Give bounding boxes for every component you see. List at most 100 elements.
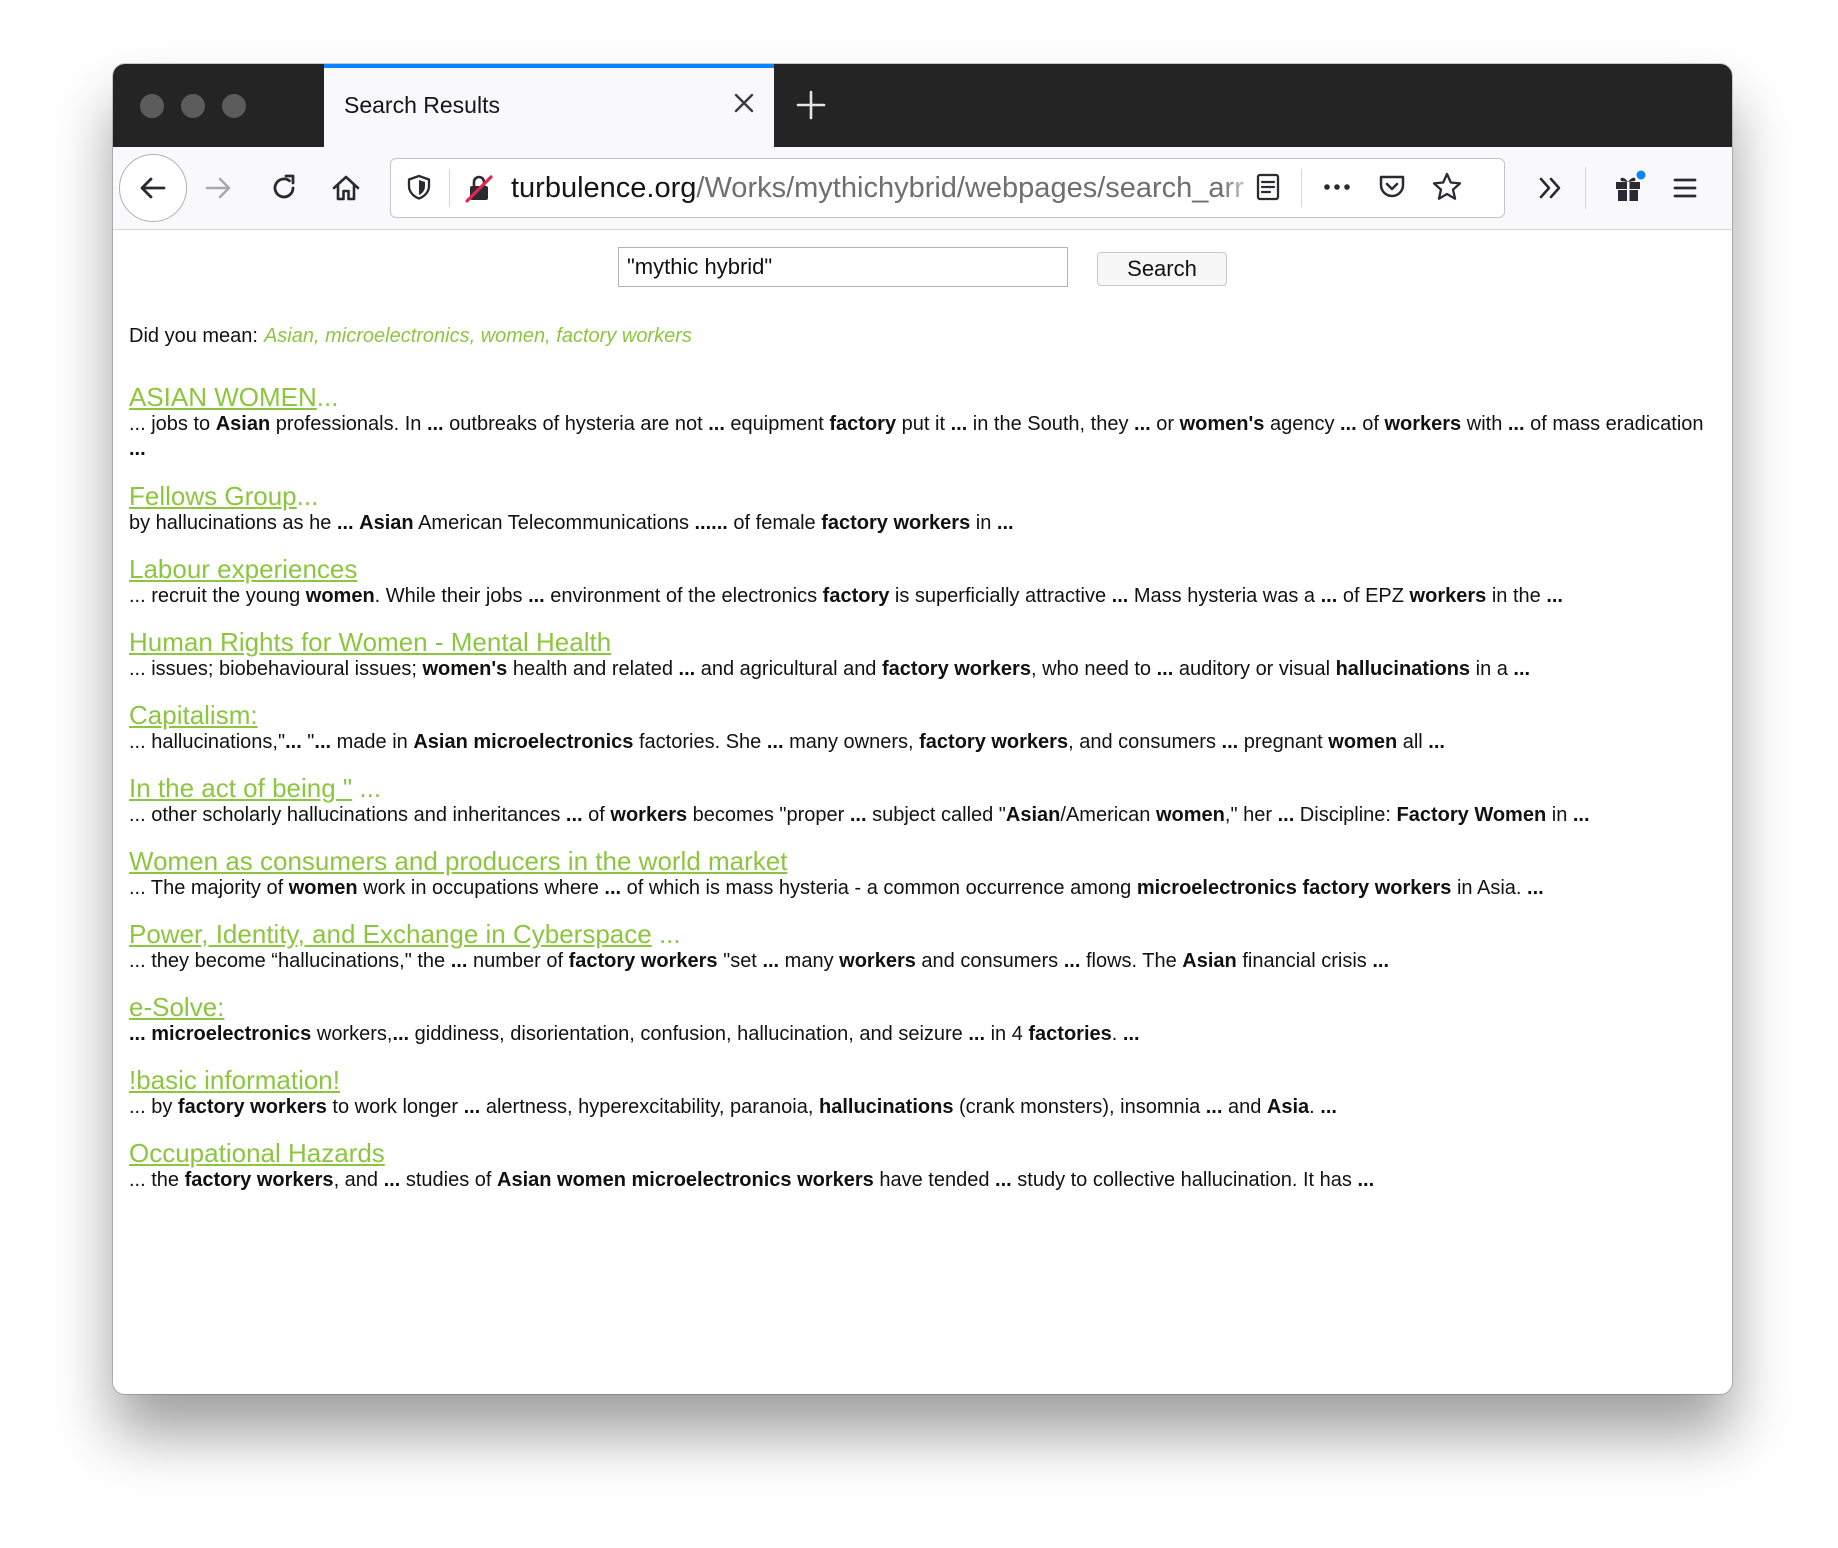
snippet-highlight: factory workers — [821, 512, 971, 534]
forward-arrow-icon[interactable] — [196, 166, 240, 210]
tab-search-results[interactable]: Search Results — [324, 64, 774, 147]
snippet-highlight: ... — [1063, 950, 1081, 972]
snippet-text: ... jobs to — [129, 413, 216, 435]
snippet-text: many owners, — [783, 731, 920, 753]
overflow-chevrons-icon[interactable] — [1528, 166, 1572, 210]
insecure-connection-lock-icon[interactable] — [457, 166, 501, 210]
result-title-link[interactable]: !basic information! — [129, 1065, 1719, 1095]
url-bar-separator — [449, 169, 450, 207]
result-title-link[interactable]: In the act of being " ... — [129, 773, 1719, 803]
snippet-text: is superficially attractive — [889, 585, 1112, 607]
result-item: Occupational Hazards... the factory work… — [129, 1138, 1719, 1193]
tracking-protection-shield-icon[interactable] — [397, 165, 441, 209]
reload-icon[interactable] — [262, 166, 306, 210]
snippet-text: , who need to — [1030, 658, 1157, 680]
snippet-highlight: women — [288, 877, 358, 899]
result-title-link[interactable]: Human Rights for Women - Mental Health — [129, 627, 1719, 657]
back-button[interactable] — [119, 154, 187, 222]
url-text[interactable]: turbulence.org/Works/mythichybrid/webpag… — [511, 172, 1256, 205]
result-title-link[interactable]: Power, Identity, and Exchange in Cybersp… — [129, 919, 1719, 949]
navigation-toolbar: turbulence.org/Works/mythichybrid/webpag… — [113, 147, 1732, 230]
snippet-highlight: ... — [1156, 658, 1174, 680]
snippet-text: all — [1397, 731, 1429, 753]
page-actions-more-icon[interactable] — [1315, 165, 1359, 209]
result-snippet: ... the factory workers, and ... studies… — [129, 1168, 1719, 1193]
snippet-text: . — [1111, 1023, 1123, 1045]
result-item: Capitalism:... hallucinations,"... "... … — [129, 700, 1719, 755]
result-title-link[interactable]: e-Solve: — [129, 992, 1719, 1022]
search-input[interactable] — [618, 247, 1068, 287]
result-title-link[interactable]: Occupational Hazards — [129, 1138, 1719, 1168]
result-snippet: by hallucinations as he ... Asian Americ… — [129, 511, 1719, 536]
zoom-window-button[interactable] — [222, 94, 246, 118]
snippet-highlight: ... — [1513, 658, 1531, 680]
snippet-text: of EPZ — [1337, 585, 1410, 607]
snippet-highlight: ... — [1527, 877, 1544, 899]
snippet-text: subject called " — [866, 804, 1006, 826]
tab-title: Search Results — [344, 92, 500, 118]
snippet-text: of — [1356, 413, 1385, 435]
snippet-highlight: ... — [950, 413, 968, 435]
snippet-text: agency — [1264, 413, 1340, 435]
snippet-highlight: Asian women microelectronics workers — [497, 1169, 874, 1191]
snippet-highlight: ... — [1572, 804, 1590, 826]
snippet-highlight: ... — [604, 877, 622, 899]
hamburger-menu-icon[interactable] — [1663, 166, 1707, 210]
reader-view-icon[interactable] — [1246, 165, 1290, 209]
search-button[interactable]: Search — [1097, 252, 1227, 286]
snippet-highlight: hallucinations — [1335, 658, 1471, 680]
page-content: Search Did you mean: Asian, microelectron… — [113, 230, 1732, 1394]
snippet-text: Mass hysteria was a — [1128, 585, 1321, 607]
snippet-text: number of — [467, 950, 569, 972]
snippet-text: in a — [1470, 658, 1514, 680]
snippet-text: of which is mass hysteria - a common occ… — [621, 877, 1137, 899]
bookmark-star-icon[interactable] — [1425, 165, 1469, 209]
result-title-link[interactable]: ASIAN WOMEN... — [129, 382, 1719, 412]
snippet-text: ... the — [129, 1169, 185, 1191]
snippet-highlight: Factory Women — [1396, 804, 1547, 826]
snippet-highlight: factory — [829, 413, 897, 435]
did-you-mean: Did you mean: Asian, microelectronics, wo… — [129, 325, 692, 348]
whats-new-gift-icon[interactable] — [1607, 165, 1651, 209]
snippet-text: of female — [727, 512, 822, 534]
did-you-mean-suggestion-link[interactable]: Asian, microelectronics, women, factory … — [264, 325, 692, 347]
snippet-highlight: factory — [822, 585, 890, 607]
snippet-text: of — [582, 804, 611, 826]
snippet-highlight: ... — [426, 413, 444, 435]
did-you-mean-label: Did you mean: — [129, 325, 258, 347]
snippet-highlight: ... — [129, 1023, 152, 1045]
snippet-highlight: ... — [996, 512, 1014, 534]
new-tab-plus-icon[interactable] — [791, 85, 831, 125]
snippet-highlight: microelectronics factory workers — [1136, 877, 1452, 899]
result-title-text: Women as consumers and producers in the … — [129, 846, 788, 876]
snippet-highlight: ... — [766, 731, 784, 753]
result-title-link[interactable]: Women as consumers and producers in the … — [129, 846, 1719, 876]
result-title-link[interactable]: Capitalism: — [129, 700, 1719, 730]
result-snippet: ... hallucinations,"... "... made in Asi… — [129, 730, 1719, 755]
snippet-text: ," her — [1224, 804, 1278, 826]
snippet-text: in Asia. — [1451, 877, 1528, 899]
url-bar[interactable]: turbulence.org/Works/mythichybrid/webpag… — [390, 158, 1505, 218]
result-item: Women as consumers and producers in the … — [129, 846, 1719, 901]
snippet-highlight: ... — [1205, 1096, 1223, 1118]
snippet-highlight: ... — [1111, 585, 1129, 607]
result-title-text: Occupational Hazards — [129, 1138, 385, 1168]
url-actions-separator — [1301, 169, 1302, 207]
home-icon[interactable] — [324, 166, 368, 210]
snippet-highlight: factories — [1028, 1023, 1112, 1045]
snippet-text: in — [970, 512, 997, 534]
minimize-window-button[interactable] — [181, 94, 205, 118]
save-to-pocket-icon[interactable] — [1370, 165, 1414, 209]
result-title-text: Capitalism: — [129, 700, 258, 730]
toolbar-separator — [1585, 167, 1586, 209]
snippet-text: pregnant — [1238, 731, 1329, 753]
result-title-suffix: ... — [352, 773, 382, 803]
result-title-link[interactable]: Labour experiences — [129, 554, 1719, 584]
result-title-link[interactable]: Fellows Group... — [129, 481, 1719, 511]
snippet-text: many — [779, 950, 840, 972]
snippet-text: studies of — [400, 1169, 497, 1191]
result-snippet: ... they become “hallucinations," the ..… — [129, 949, 1719, 974]
snippet-text: Discipline: — [1294, 804, 1397, 826]
tab-close-icon[interactable] — [727, 86, 761, 120]
close-window-button[interactable] — [140, 94, 164, 118]
